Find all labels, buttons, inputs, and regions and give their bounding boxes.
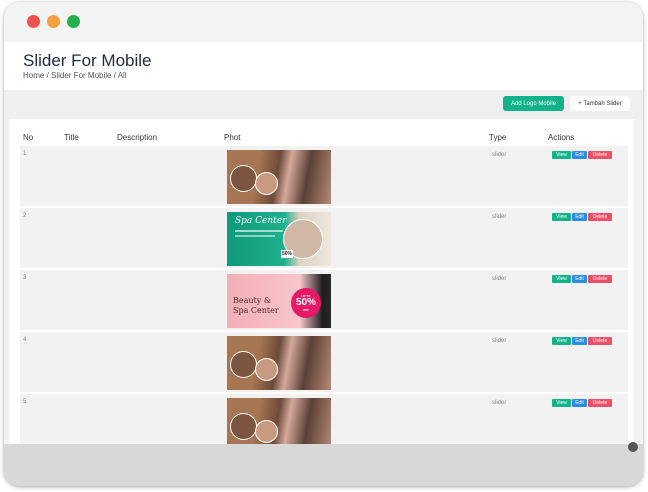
beauty-spa-banner-image: Beauty & Spa Center UP TO 50% OFF — [227, 274, 331, 328]
row-number: 4 — [23, 337, 27, 343]
row-type: slider — [492, 276, 507, 282]
delete-button[interactable]: Delete — [588, 337, 612, 345]
slider-photo — [227, 336, 331, 390]
row-type: slider — [492, 214, 507, 220]
badge-off: OFF — [303, 308, 309, 312]
spa-center-banner-image: Spa Center 50% — [227, 212, 331, 266]
browser-window: Slider For Mobile Home / Slider For Mobi… — [4, 2, 643, 486]
column-header-actions: Actions — [548, 133, 575, 142]
edit-button[interactable]: Edit — [572, 275, 587, 283]
massage-banner-image — [227, 398, 331, 449]
slider-table: No Title Description Phot Type Actions 1… — [9, 119, 634, 449]
minimize-window-button[interactable] — [47, 15, 60, 28]
row-number: 2 — [23, 213, 27, 219]
slider-photo — [227, 398, 331, 449]
column-header-no: No — [23, 133, 34, 142]
slider-photo: Beauty & Spa Center UP TO 50% OFF — [227, 274, 331, 328]
beauty-line-2: Spa Center — [233, 306, 279, 315]
breadcrumb: Home / Slider For Mobile / All — [23, 71, 127, 80]
scroll-handle[interactable] — [628, 442, 638, 452]
row-type: slider — [492, 152, 507, 158]
edit-button[interactable]: Edit — [572, 151, 587, 159]
edit-button[interactable]: Edit — [572, 337, 587, 345]
row-type: slider — [492, 338, 507, 344]
bottom-bar — [4, 444, 643, 486]
close-window-button[interactable] — [27, 15, 40, 28]
row-type: slider — [492, 400, 507, 406]
column-header-description: Description — [117, 133, 158, 142]
tambah-slider-button[interactable]: + Tambah Slider — [570, 96, 630, 111]
column-header-title: Title — [64, 133, 79, 142]
beauty-line-1: Beauty & — [233, 296, 271, 305]
badge-percent: 50% — [295, 297, 316, 308]
add-logo-mobile-button[interactable]: Add Logo Mobile — [503, 96, 564, 111]
column-header-photo: Phot — [224, 133, 241, 142]
view-button[interactable]: View — [552, 399, 571, 407]
slider-photo — [227, 150, 331, 204]
spa-banner-title: Spa Center — [235, 216, 287, 226]
row-number: 5 — [23, 399, 27, 405]
edit-button[interactable]: Edit — [572, 213, 587, 221]
row-number: 3 — [23, 275, 27, 281]
massage-banner-image — [227, 150, 331, 204]
view-button[interactable]: View — [552, 337, 571, 345]
row-number: 1 — [23, 151, 27, 157]
view-button[interactable]: View — [552, 275, 571, 283]
spa-discount: 50% — [281, 250, 294, 258]
slider-photo: Spa Center 50% — [227, 212, 331, 266]
page-header: Slider For Mobile Home / Slider For Mobi… — [4, 42, 643, 90]
delete-button[interactable]: Delete — [588, 275, 612, 283]
view-button[interactable]: View — [552, 151, 571, 159]
page-title: Slider For Mobile — [23, 51, 152, 70]
edit-button[interactable]: Edit — [572, 399, 587, 407]
delete-button[interactable]: Delete — [588, 151, 612, 159]
massage-banner-image — [227, 336, 331, 390]
maximize-window-button[interactable] — [67, 15, 80, 28]
delete-button[interactable]: Delete — [588, 399, 612, 407]
toolbar: Add Logo Mobile + Tambah Slider — [4, 90, 643, 118]
delete-button[interactable]: Delete — [588, 213, 612, 221]
discount-badge: UP TO 50% OFF — [291, 288, 321, 318]
view-button[interactable]: View — [552, 213, 571, 221]
title-bar — [4, 2, 643, 42]
column-header-type: Type — [489, 133, 507, 142]
